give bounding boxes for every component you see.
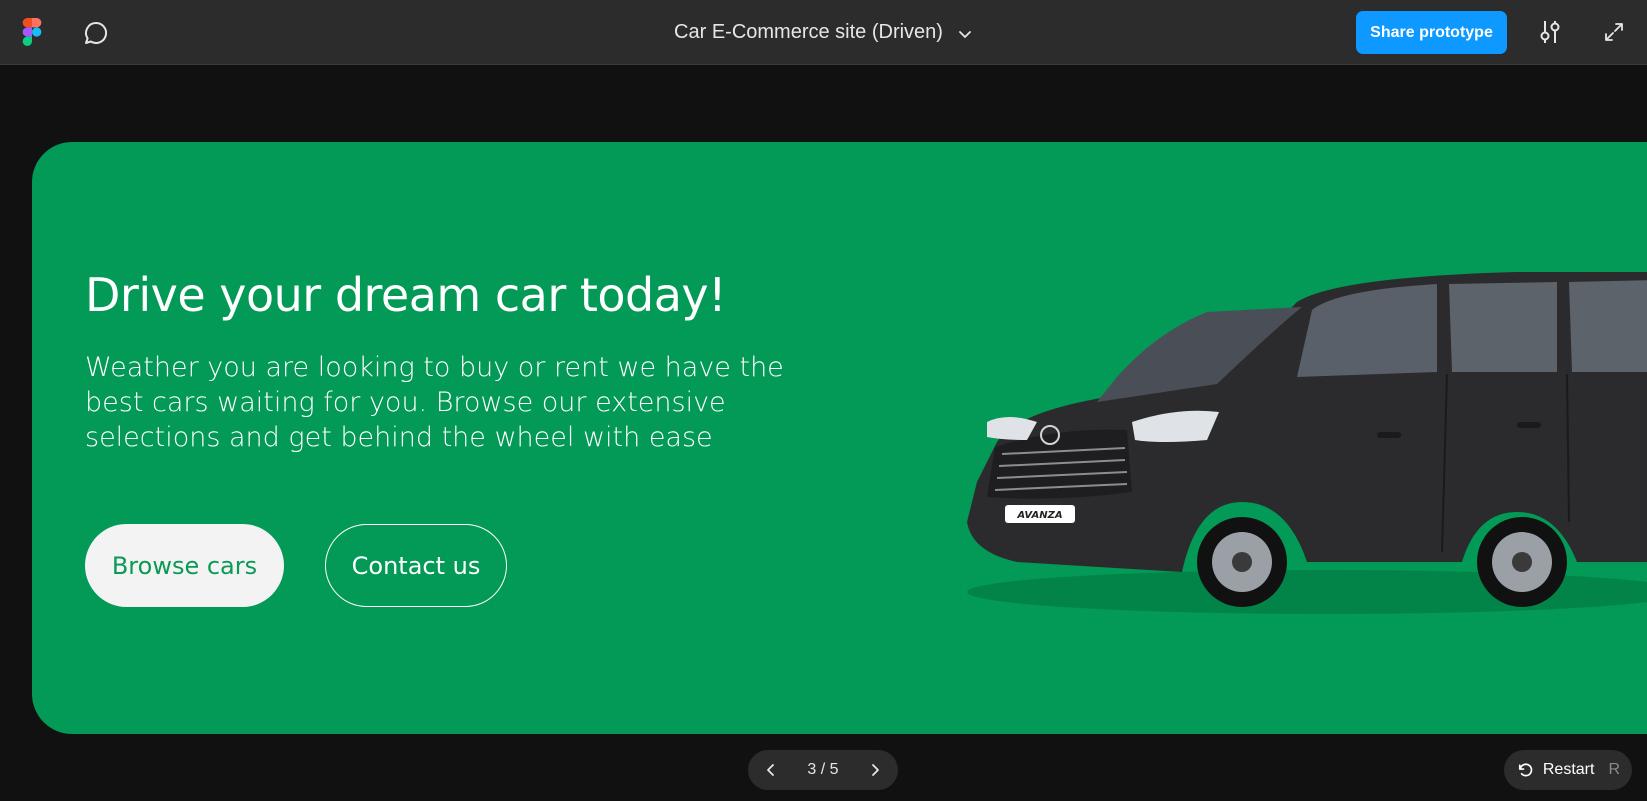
prototype-toolbar: Car E-Commerce site (Driven) Share proto… (0, 0, 1647, 65)
page-indicator: 3 / 5 (807, 761, 839, 778)
figma-logo-icon[interactable] (20, 18, 44, 46)
hero-section: Drive your dream car today! Weather you … (32, 142, 1647, 734)
hero-title: Drive your dream car today! (85, 268, 727, 322)
chevron-left-icon[interactable] (762, 761, 780, 779)
chevron-down-icon[interactable] (957, 26, 973, 42)
page-navigator: 3 / 5 (748, 750, 898, 790)
browse-cars-button[interactable]: Browse cars (85, 524, 284, 607)
expand-icon[interactable] (1603, 21, 1625, 43)
car-badge: AVANZA (1016, 510, 1062, 521)
contact-us-button[interactable]: Contact us (325, 524, 507, 607)
chevron-right-icon[interactable] (866, 761, 884, 779)
file-title[interactable]: Car E-Commerce site (Driven) (674, 21, 943, 44)
comment-icon[interactable] (82, 19, 110, 47)
restart-button[interactable]: Restart R (1504, 750, 1632, 790)
hero-subtitle: Weather you are looking to buy or rent w… (85, 352, 784, 453)
share-prototype-button[interactable]: Share prototype (1356, 11, 1507, 54)
car-image: AVANZA (967, 272, 1647, 614)
restart-icon (1518, 763, 1533, 777)
restart-label: Restart (1542, 761, 1595, 778)
restart-shortcut: R (1608, 761, 1620, 778)
settings-sliders-icon[interactable] (1538, 18, 1562, 46)
